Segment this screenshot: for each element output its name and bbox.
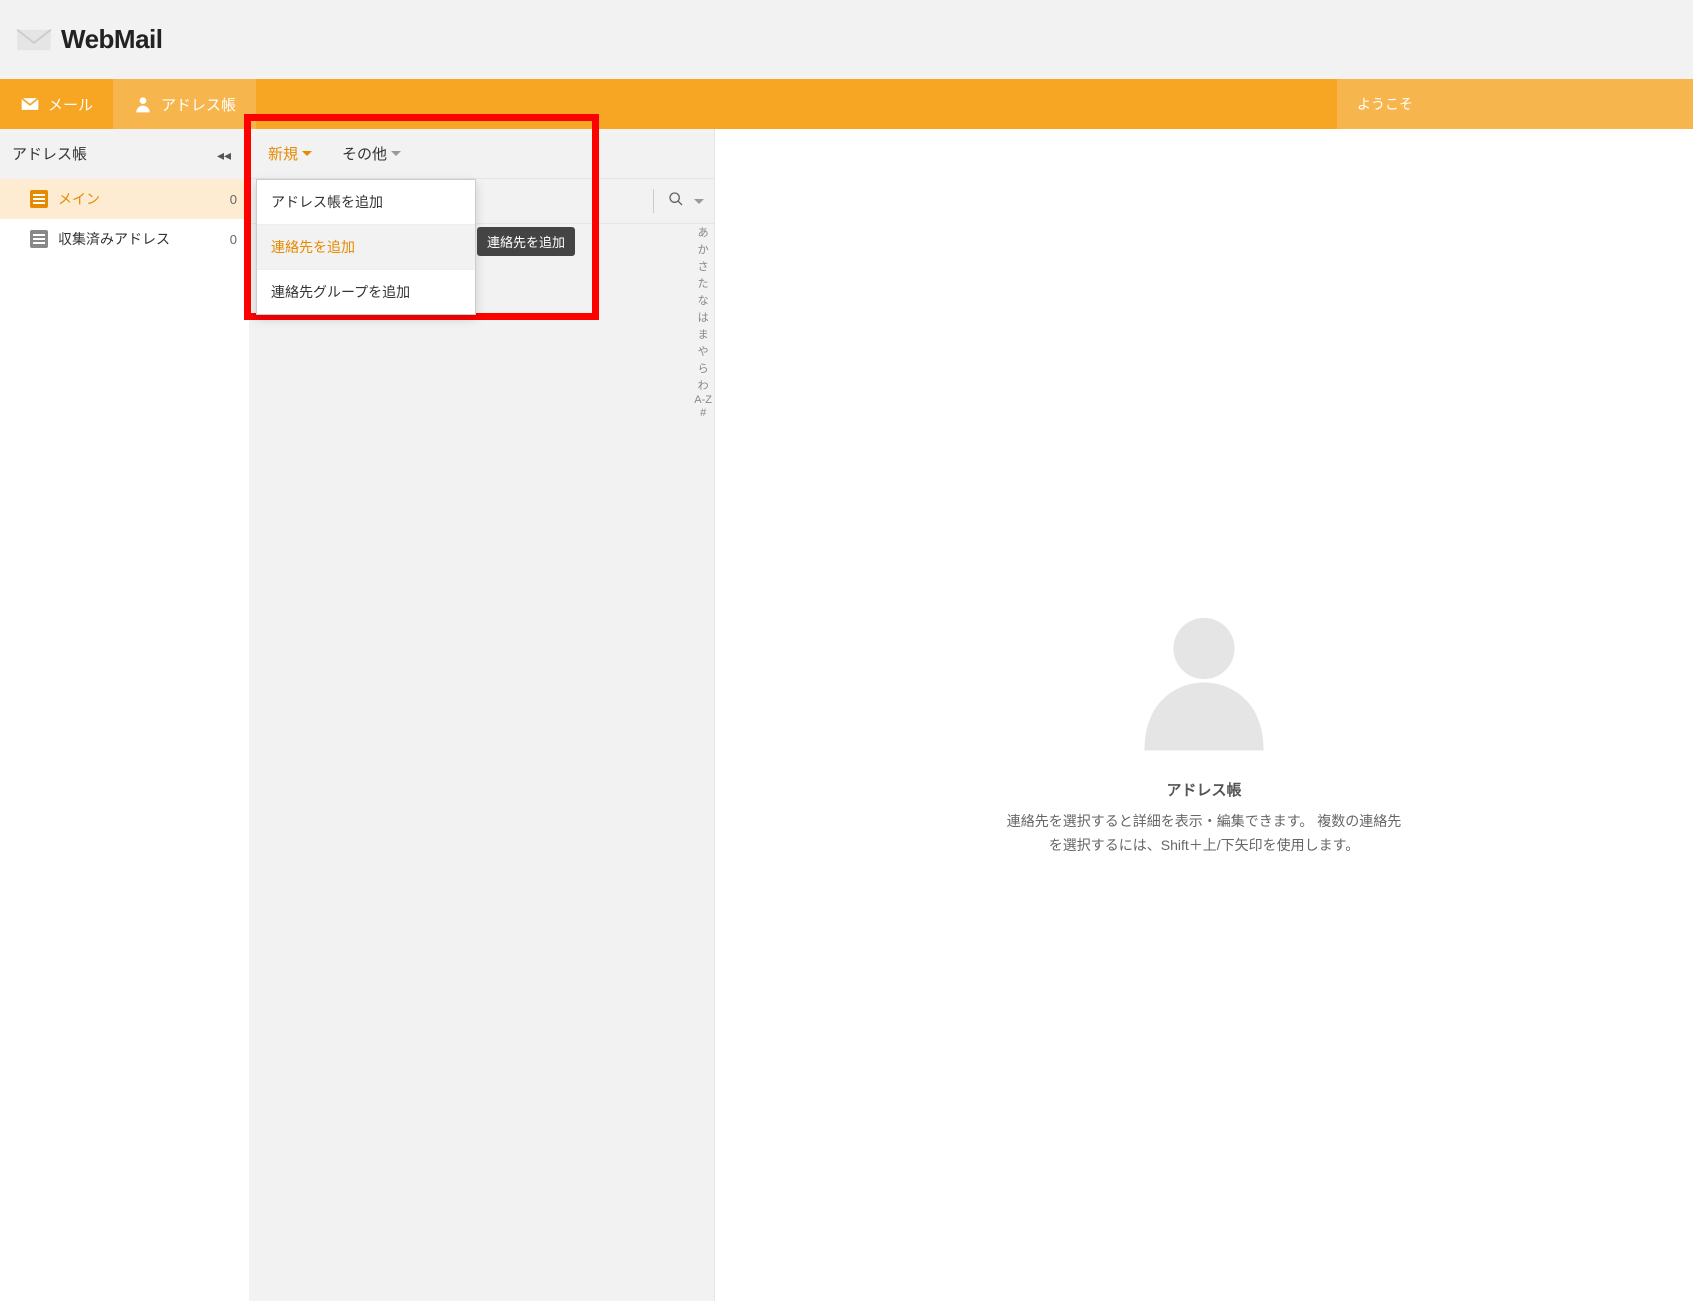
contact-toolbar: 新規 その他 [250,129,714,179]
person-icon [133,94,153,114]
dropdown-item-label: アドレス帳を追加 [271,194,383,210]
book-count: 0 [230,232,237,247]
main-area: アドレス帳 ◂◂ メイン 0 収集済みアドレス 0 新規 その他 [0,129,1693,1301]
mail-logo-icon [15,26,53,54]
kana-item[interactable]: ま [698,326,709,342]
new-dropdown: アドレス帳を追加 連絡先を追加 連絡先グループを追加 [256,179,476,315]
kana-index: あ か さ た な は ま や ら わ A-Z # [694,224,712,419]
kana-item[interactable]: な [698,292,709,308]
kana-item[interactable]: さ [698,258,709,274]
kana-item[interactable]: ら [698,360,709,376]
search-icon[interactable] [664,191,688,212]
new-button-label: 新規 [268,143,298,164]
chevron-down-icon [391,151,401,156]
other-button-label: その他 [342,143,387,164]
sidebar-header: アドレス帳 ◂◂ [0,129,249,179]
book-count: 0 [230,192,237,207]
placeholder-title: アドレス帳 [1004,779,1404,800]
avatar-icon [1119,589,1289,759]
chevron-down-icon [302,151,312,156]
dropdown-item-add-contact[interactable]: 連絡先を追加 [257,225,475,270]
chevron-down-icon[interactable] [694,199,704,204]
welcome-area: ようこそ [1337,79,1693,129]
addressbook-item-main[interactable]: メイン 0 [0,179,249,219]
kana-item[interactable]: は [698,309,709,325]
nav-tab-label: アドレス帳 [161,94,236,115]
book-icon [30,190,48,208]
sidebar-title: アドレス帳 [12,143,87,164]
kana-item[interactable]: # [700,407,706,419]
nav-tab-label: メール [48,94,93,115]
dropdown-item-add-group[interactable]: 連絡先グループを追加 [257,270,475,314]
dropdown-item-add-addressbook[interactable]: アドレス帳を追加 [257,180,475,225]
contact-list-panel: 新規 その他 アドレス帳を追加 連絡先を追加 連絡先グループを追加 連絡先を追加 [250,129,715,1301]
placeholder-text: 連絡先を選択すると詳細を表示・編集できます。 複数の連絡先を選択するには、Shi… [1004,810,1404,858]
new-button[interactable]: 新規 [268,143,312,164]
kana-item[interactable]: A-Z [694,394,712,406]
book-icon [30,230,48,248]
separator [653,189,654,213]
book-label: メイン [58,189,220,209]
kana-item[interactable]: あ [698,224,709,240]
kana-item[interactable]: た [698,275,709,291]
addressbook-item-collected[interactable]: 収集済みアドレス 0 [0,219,249,259]
mail-icon [20,94,40,114]
app-header: WebMail [0,0,1693,79]
other-button[interactable]: その他 [342,143,401,164]
kana-item[interactable]: か [698,241,709,257]
book-label: 収集済みアドレス [58,229,220,249]
sidebar: アドレス帳 ◂◂ メイン 0 収集済みアドレス 0 [0,129,250,1301]
placeholder: アドレス帳 連絡先を選択すると詳細を表示・編集できます。 複数の連絡先を選択する… [1004,589,1404,858]
main-navbar: メール アドレス帳 ようこそ [0,79,1693,129]
app-name: WebMail [61,24,162,55]
detail-panel: アドレス帳 連絡先を選択すると詳細を表示・編集できます。 複数の連絡先を選択する… [715,129,1693,1301]
nav-tab-mail[interactable]: メール [0,79,113,129]
tooltip: 連絡先を追加 [477,227,575,256]
kana-item[interactable]: や [698,343,709,359]
dropdown-item-label: 連絡先グループを追加 [271,284,410,300]
nav-tab-addressbook[interactable]: アドレス帳 [113,79,256,129]
kana-item[interactable]: わ [698,377,709,393]
dropdown-item-label: 連絡先を追加 [271,239,355,255]
collapse-icon[interactable]: ◂◂ [217,147,237,161]
welcome-text: ようこそ [1357,94,1413,114]
